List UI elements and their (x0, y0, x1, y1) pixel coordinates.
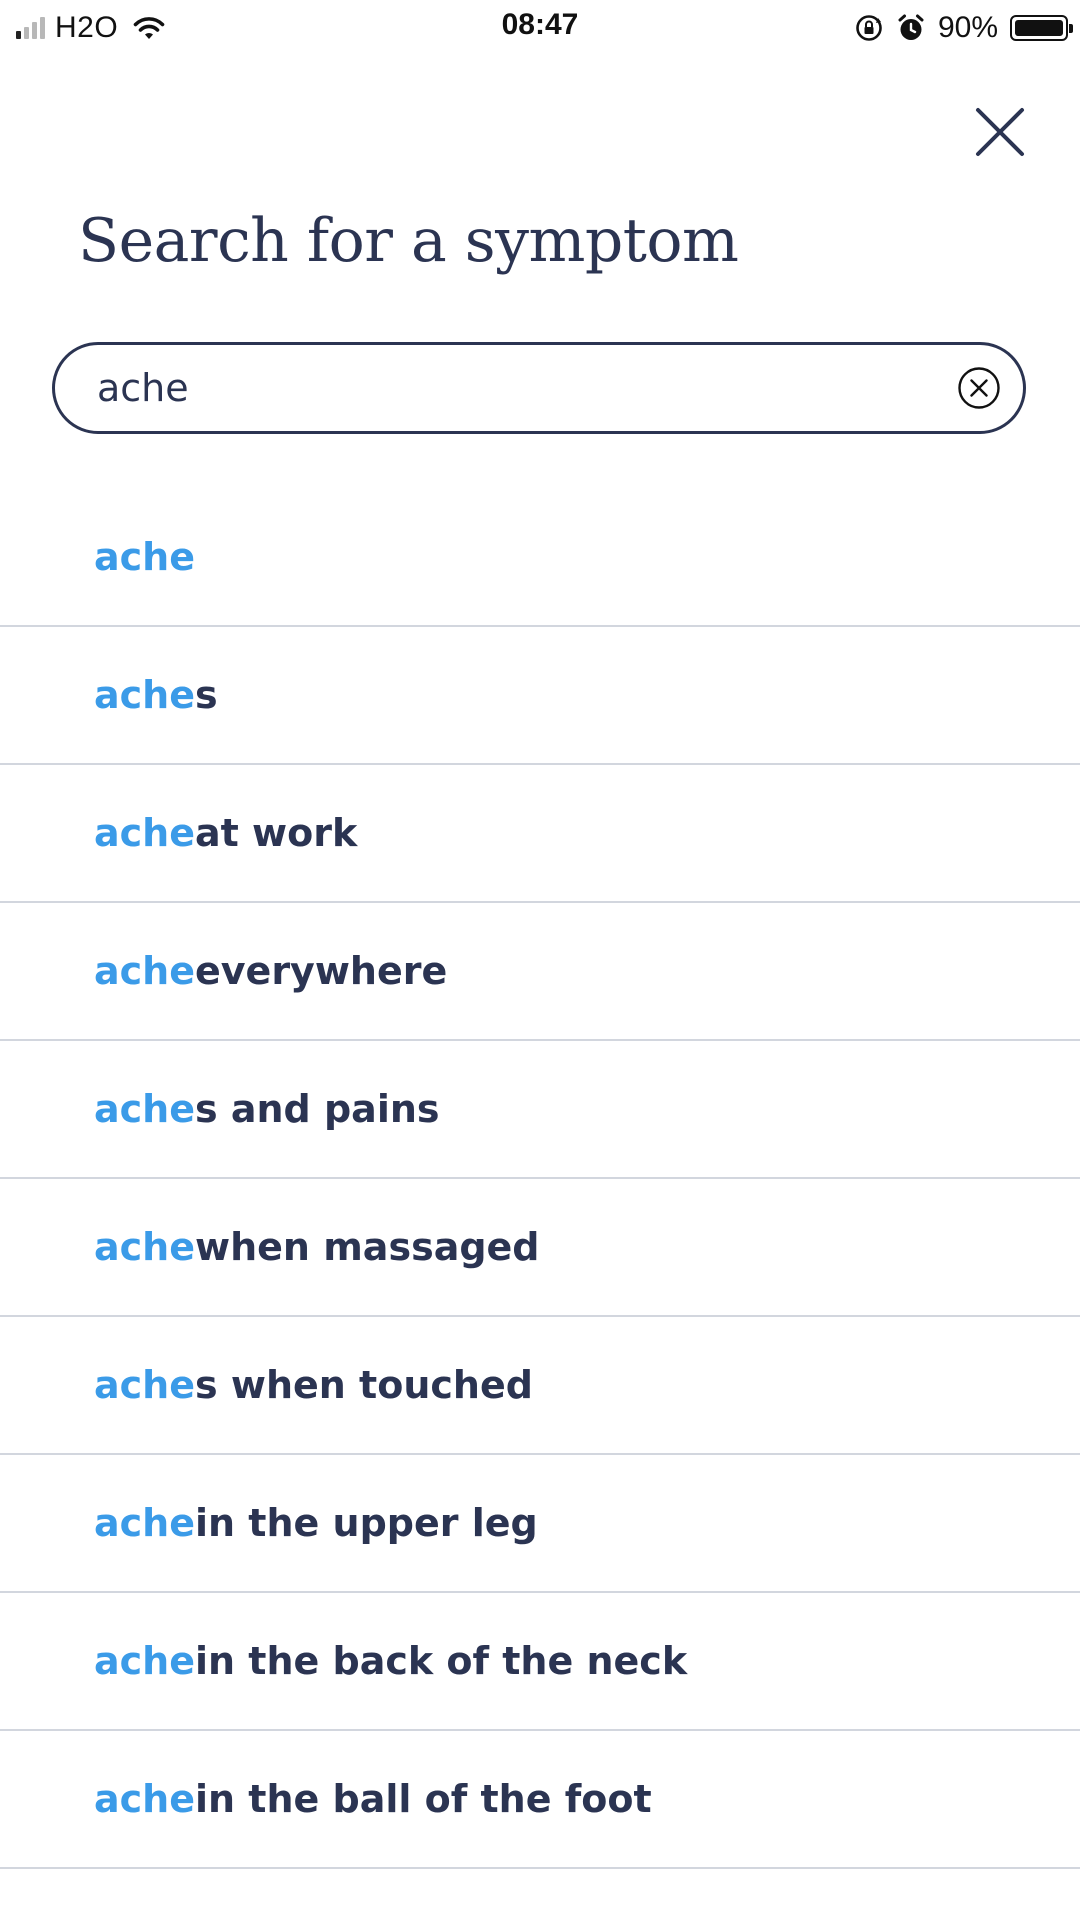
close-icon (976, 108, 1024, 156)
suggestion-item[interactable]: ache in the ball of the foot (0, 1731, 1080, 1869)
suggestion-rest-text: s when touched (195, 1363, 533, 1407)
suggestion-rest-text: everywhere (195, 949, 448, 993)
suggestion-match-text: ache (94, 1087, 195, 1131)
suggestion-item[interactable]: ache in the back of the neck (0, 1593, 1080, 1731)
suggestion-match-text: ache (94, 535, 195, 579)
suggestion-match-text: ache (94, 1363, 195, 1407)
battery-percent: 90% (937, 11, 998, 44)
page-title: Search for a symptom (78, 206, 739, 276)
suggestion-match-text: ache (94, 673, 195, 717)
clear-search-button[interactable] (957, 366, 1001, 410)
close-button[interactable] (968, 100, 1032, 164)
status-right: 90% (854, 8, 1073, 48)
suggestion-rest-text: s (195, 673, 218, 717)
battery-level-fill (1015, 20, 1063, 36)
status-bar: H2O 08:47 90% (0, 0, 1080, 56)
orientation-lock-icon (856, 15, 882, 41)
suggestion-match-text: ache (94, 1777, 195, 1821)
suggestion-rest-text: in the ball of the foot (195, 1777, 652, 1821)
suggestion-rest-text: when massaged (195, 1225, 540, 1269)
suggestion-rest-text: at work (195, 811, 358, 855)
suggestion-match-text: ache (94, 1501, 195, 1545)
suggestion-rest-text: in the upper leg (195, 1501, 538, 1545)
suggestion-rest-text: in the back of the neck (195, 1639, 688, 1683)
search-input[interactable] (97, 345, 917, 431)
suggestion-item[interactable]: ache when massaged (0, 1179, 1080, 1317)
suggestion-match-text: ache (94, 1225, 195, 1269)
suggestion-item[interactable]: ache s and pains (0, 1041, 1080, 1179)
suggestion-match-text: ache (94, 1639, 195, 1683)
alarm-icon (898, 14, 924, 40)
search-box (52, 342, 1026, 434)
suggestion-item[interactable]: ache everywhere (0, 903, 1080, 1041)
suggestion-rest-text: s and pains (195, 1087, 440, 1131)
suggestion-list: ache ache s ache at work ache everywhere … (0, 489, 1080, 1869)
suggestion-item[interactable]: ache s when touched (0, 1317, 1080, 1455)
suggestion-match-text: ache (94, 811, 195, 855)
suggestion-item[interactable]: ache (0, 489, 1080, 627)
suggestion-item[interactable]: ache in the upper leg (0, 1455, 1080, 1593)
suggestion-match-text: ache (94, 949, 195, 993)
suggestion-item[interactable]: ache s (0, 627, 1080, 765)
suggestion-item[interactable]: ache at work (0, 765, 1080, 903)
battery-icon (1010, 15, 1073, 41)
